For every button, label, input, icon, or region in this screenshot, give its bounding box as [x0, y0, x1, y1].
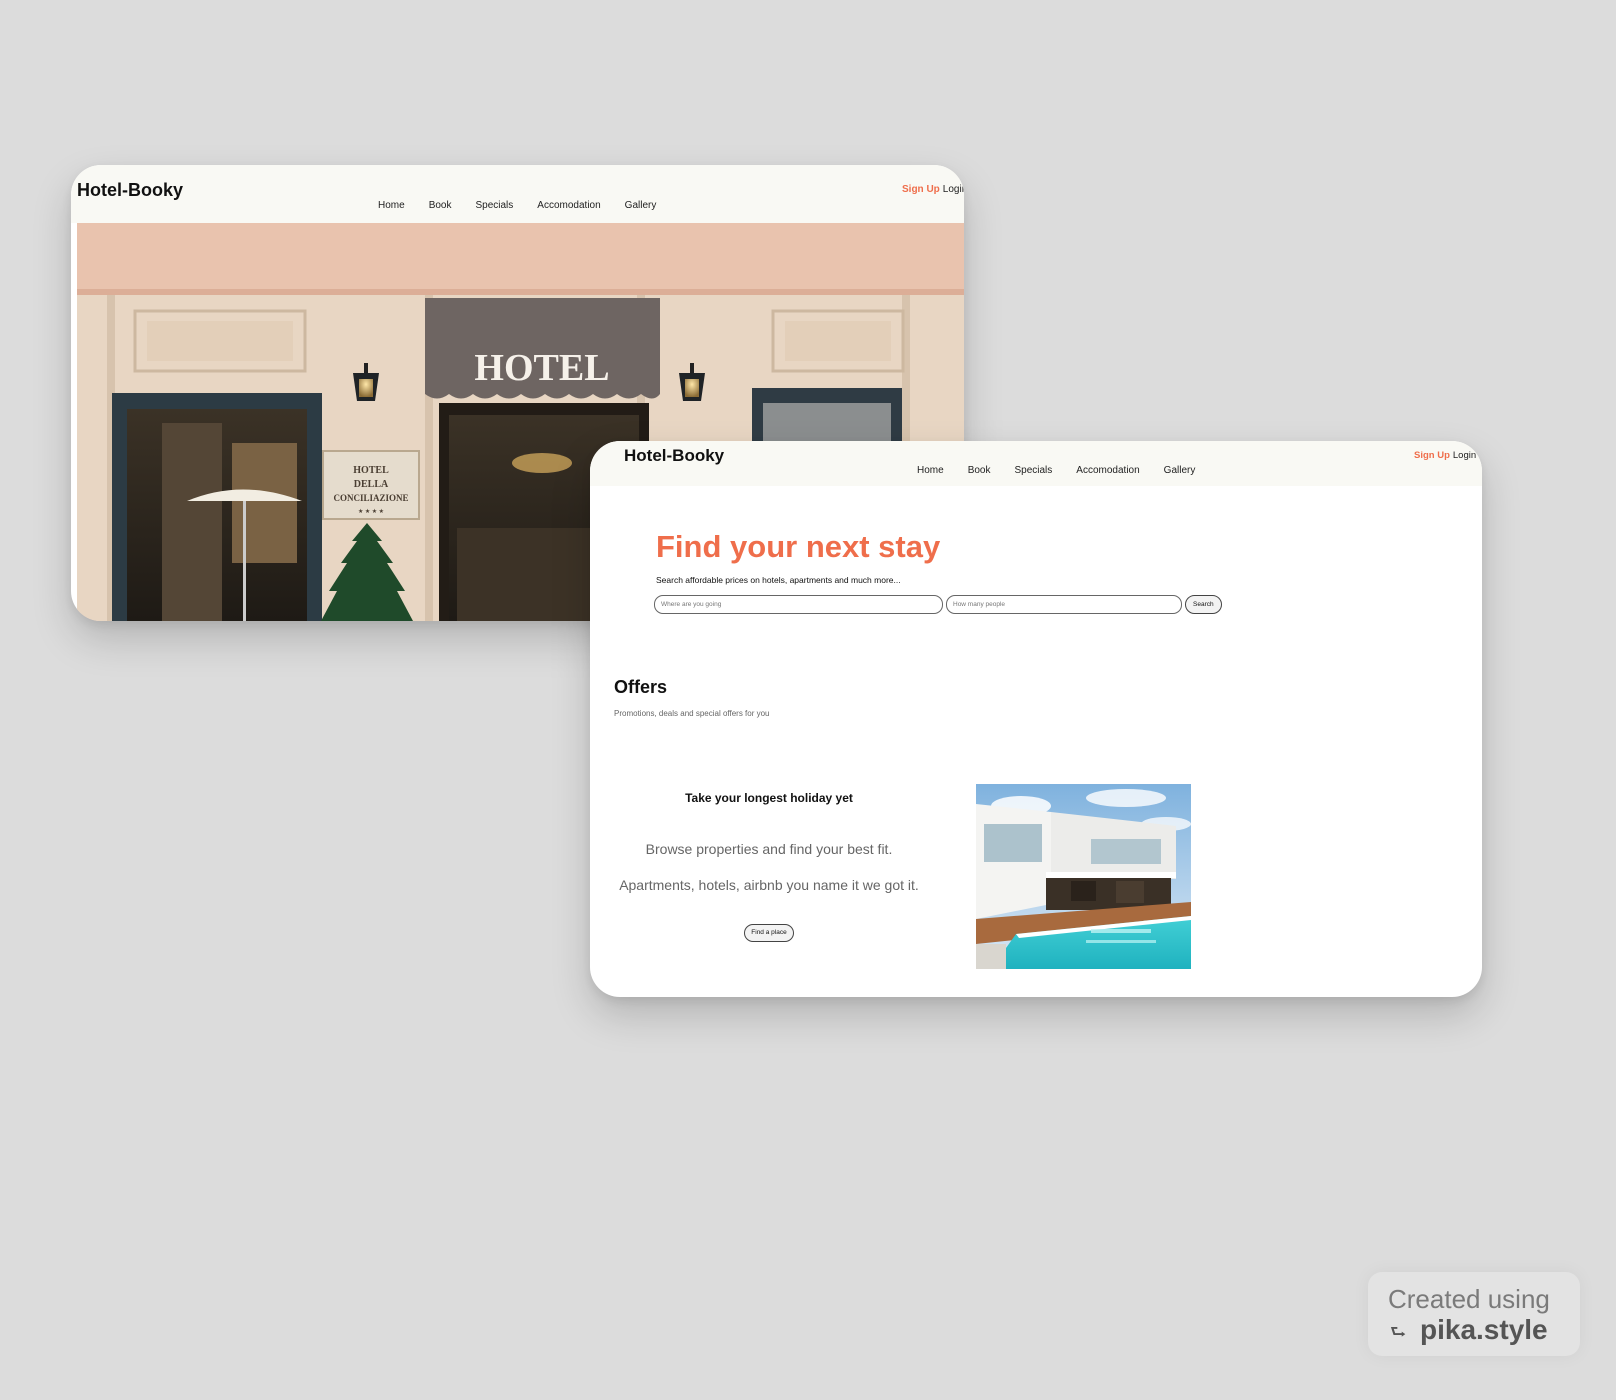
destination-input[interactable] — [654, 595, 943, 614]
signup-link[interactable]: Sign Up — [902, 184, 940, 195]
hotel-page-screenshot-front: Hotel-Booky Home Book Specials Accomodat… — [590, 441, 1482, 997]
promo-title: Take your longest holiday yet — [685, 791, 853, 805]
nav-accomodation[interactable]: Accomodation — [1076, 465, 1139, 476]
pika-style-watermark: Created using ⮑ pika.style — [1368, 1272, 1580, 1356]
search-button[interactable]: Search — [1185, 595, 1222, 614]
svg-text:HOTEL: HOTEL — [353, 465, 389, 476]
nav-links: Home Book Specials Accomodation Gallery — [917, 465, 1219, 476]
nav-links: Home Book Specials Accomodation Gallery — [378, 200, 680, 211]
nav-book[interactable]: Book — [968, 465, 991, 476]
search-bar: Search — [654, 595, 1222, 614]
watermark-brand-text: pika.style — [1420, 1314, 1548, 1345]
promo-text-types: Apartments, hotels, airbnb you name it w… — [619, 877, 919, 893]
auth-links: Sign UpLogin — [902, 184, 964, 195]
login-link[interactable]: Login — [1453, 450, 1476, 461]
villa-pool-image — [976, 784, 1191, 969]
hero-headline: Find your next stay — [656, 529, 941, 564]
navbar: Hotel-Booky Home Book Specials Accomodat… — [71, 165, 964, 223]
svg-text:★ ★ ★ ★: ★ ★ ★ ★ — [358, 508, 384, 515]
promo-card: Take your longest holiday yet Browse pro… — [604, 791, 934, 942]
nav-home[interactable]: Home — [917, 465, 944, 476]
nav-book[interactable]: Book — [429, 200, 452, 211]
nav-gallery[interactable]: Gallery — [625, 200, 657, 211]
nav-home[interactable]: Home — [378, 200, 405, 211]
nav-gallery[interactable]: Gallery — [1164, 465, 1196, 476]
navbar: Hotel-Booky Home Book Specials Accomodat… — [590, 441, 1482, 486]
site-logo[interactable]: Hotel-Booky — [624, 446, 724, 466]
guest-count-input[interactable] — [946, 595, 1182, 614]
offers-subtitle: Promotions, deals and special offers for… — [614, 709, 770, 718]
svg-text:DELLA: DELLA — [354, 479, 389, 490]
find-place-button[interactable]: Find a place — [744, 923, 794, 942]
return-arrow-icon: ⮑ — [1390, 1322, 1407, 1342]
nav-specials[interactable]: Specials — [1014, 465, 1052, 476]
promo-text-browse: Browse properties and find your best fit… — [645, 841, 893, 857]
offers-title: Offers — [614, 677, 668, 697]
hotel-plaque: HOTEL DELLA CONCILIAZIONE ★ ★ ★ ★ — [322, 450, 420, 520]
awning-text: HOTEL — [474, 347, 609, 389]
site-logo[interactable]: Hotel-Booky — [77, 180, 183, 201]
signup-link[interactable]: Sign Up — [1414, 450, 1450, 461]
auth-links: Sign UpLogin — [1414, 450, 1476, 461]
hero-subtext: Search affordable prices on hotels, apar… — [656, 575, 901, 585]
svg-text:CONCILIAZIONE: CONCILIAZIONE — [333, 493, 408, 503]
watermark-created-text: Created using — [1388, 1284, 1550, 1314]
login-link[interactable]: Login — [943, 184, 964, 195]
nav-specials[interactable]: Specials — [475, 200, 513, 211]
nav-accomodation[interactable]: Accomodation — [537, 200, 600, 211]
